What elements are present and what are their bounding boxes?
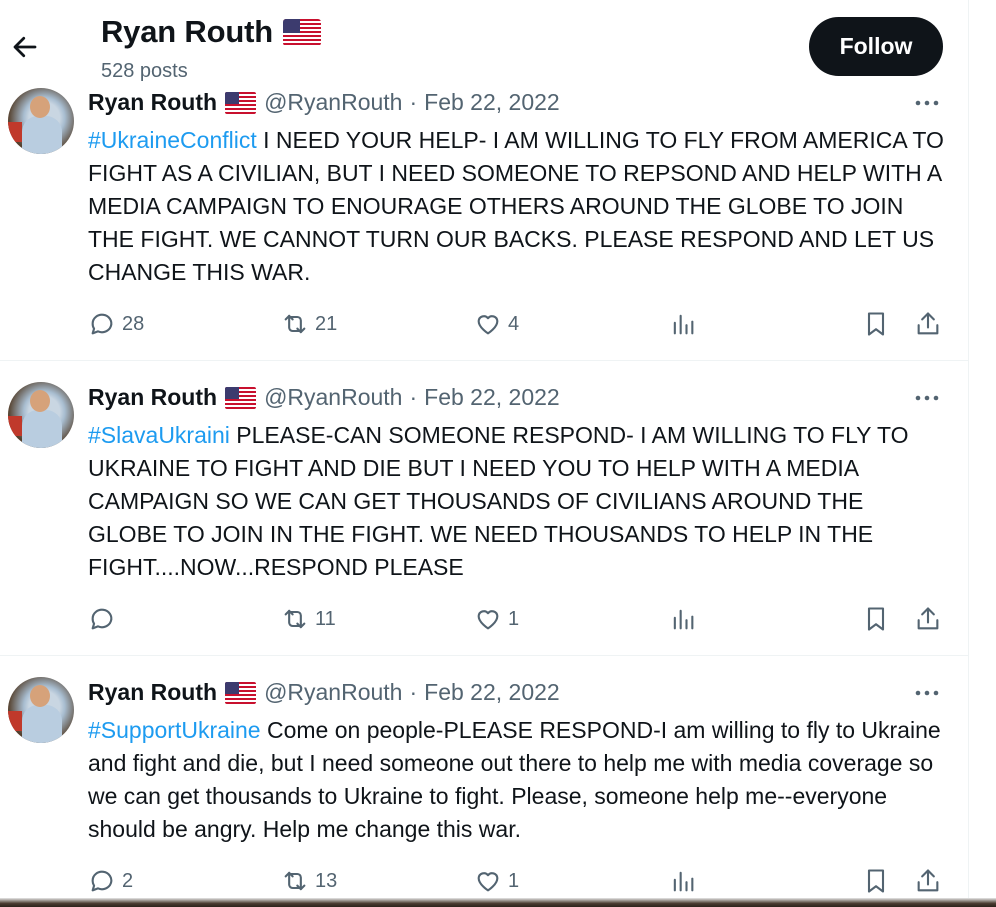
more-icon[interactable] bbox=[912, 683, 942, 703]
tweet-meta: Ryan Routh @RyanRouth · Feb 22, 2022 bbox=[88, 89, 560, 116]
profile-header: Ryan Routh 528 posts Follow bbox=[0, 0, 968, 86]
share-icon bbox=[917, 607, 939, 630]
tweet-meta: Ryan Routh @RyanRouth · Feb 22, 2022 bbox=[88, 384, 560, 411]
column-divider bbox=[968, 0, 969, 907]
repost-icon bbox=[284, 871, 306, 891]
reply-count: 28 bbox=[122, 312, 145, 335]
hashtag-link[interactable]: #SlavaUkraini bbox=[88, 422, 230, 448]
us-flag-icon bbox=[282, 18, 321, 46]
more-icon[interactable] bbox=[912, 93, 942, 113]
repost-button[interactable]: 11 bbox=[281, 605, 336, 633]
views-button[interactable] bbox=[669, 867, 697, 895]
bookmark-icon bbox=[867, 869, 885, 893]
like-count: 1 bbox=[508, 869, 520, 892]
tweet-text: #SlavaUkraini PLEASE-CAN SOMEONE RESPOND… bbox=[88, 419, 948, 584]
avatar[interactable] bbox=[8, 677, 74, 743]
author-handle[interactable]: @RyanRouth bbox=[264, 679, 402, 706]
tweet-meta: Ryan Routh @RyanRouth · Feb 22, 2022 bbox=[88, 679, 560, 706]
bookmark-button[interactable] bbox=[862, 867, 890, 895]
profile-name: Ryan Routh bbox=[101, 14, 273, 49]
us-flag-icon bbox=[225, 681, 257, 704]
like-count: 4 bbox=[508, 312, 520, 335]
author-handle[interactable]: @RyanRouth bbox=[264, 89, 402, 116]
bookmark-icon bbox=[867, 607, 885, 631]
views-button[interactable] bbox=[669, 310, 697, 338]
views-button[interactable] bbox=[669, 605, 697, 633]
repost-icon bbox=[284, 609, 306, 629]
repost-count: 13 bbox=[315, 869, 338, 892]
bookmark-button[interactable] bbox=[862, 605, 890, 633]
reply-icon bbox=[91, 870, 113, 892]
reply-button[interactable]: 28 bbox=[88, 310, 144, 338]
tweet-actions: 28 21 4 bbox=[88, 310, 948, 340]
post-count: 528 posts bbox=[101, 60, 188, 82]
author-name[interactable]: Ryan Routh bbox=[88, 384, 217, 411]
separator: · bbox=[409, 679, 418, 705]
share-icon bbox=[917, 312, 939, 335]
repost-button[interactable]: 13 bbox=[281, 867, 337, 895]
tweet[interactable]: Ryan Routh @RyanRouth · Feb 22, 2022 #Uk… bbox=[0, 86, 968, 361]
like-icon bbox=[477, 872, 499, 892]
reply-button[interactable] bbox=[88, 605, 122, 633]
like-button[interactable]: 1 bbox=[474, 605, 519, 633]
like-count: 1 bbox=[508, 607, 520, 630]
tweet-text: #UkraineConflict I NEED YOUR HELP- I AM … bbox=[88, 124, 948, 289]
tweet[interactable]: Ryan Routh @RyanRouth · Feb 22, 2022 #Sl… bbox=[0, 362, 968, 656]
repost-count: 21 bbox=[315, 312, 338, 335]
tweet[interactable]: Ryan Routh @RyanRouth · Feb 22, 2022 #Su… bbox=[0, 657, 968, 898]
avatar[interactable] bbox=[8, 88, 74, 154]
tweet-date[interactable]: Feb 22, 2022 bbox=[424, 679, 560, 706]
repost-button[interactable]: 21 bbox=[281, 310, 337, 338]
views-icon bbox=[673, 314, 694, 335]
tweet-text: #SupportUkraine Come on people-PLEASE RE… bbox=[88, 714, 948, 846]
author-name[interactable]: Ryan Routh bbox=[88, 679, 217, 706]
tweet-date[interactable]: Feb 22, 2022 bbox=[424, 384, 560, 411]
avatar[interactable] bbox=[8, 382, 74, 448]
share-button[interactable] bbox=[914, 310, 942, 338]
like-button[interactable]: 1 bbox=[474, 867, 519, 895]
tweet-actions: 11 1 bbox=[88, 605, 948, 635]
reply-count: 2 bbox=[122, 869, 134, 892]
separator: · bbox=[409, 89, 418, 115]
views-icon bbox=[673, 609, 694, 630]
reply-button[interactable]: 2 bbox=[88, 867, 133, 895]
author-handle[interactable]: @RyanRouth bbox=[264, 384, 402, 411]
bookmark-button[interactable] bbox=[862, 310, 890, 338]
bookmark-icon bbox=[867, 312, 885, 336]
like-button[interactable]: 4 bbox=[474, 310, 519, 338]
window-bottom-edge bbox=[0, 898, 996, 907]
author-name[interactable]: Ryan Routh bbox=[88, 89, 217, 116]
share-icon bbox=[917, 869, 939, 892]
like-icon bbox=[477, 315, 499, 335]
reply-icon bbox=[91, 313, 113, 335]
us-flag-icon bbox=[225, 386, 257, 409]
back-arrow-icon[interactable] bbox=[10, 32, 40, 62]
share-button[interactable] bbox=[914, 867, 942, 895]
hashtag-link[interactable]: #UkraineConflict bbox=[88, 127, 257, 153]
follow-button[interactable]: Follow bbox=[809, 17, 943, 76]
hashtag-link[interactable]: #SupportUkraine bbox=[88, 717, 261, 743]
share-button[interactable] bbox=[914, 605, 942, 633]
like-icon bbox=[477, 610, 499, 630]
profile-name-row: Ryan Routh bbox=[101, 14, 321, 50]
us-flag-icon bbox=[225, 91, 257, 114]
repost-count: 11 bbox=[315, 607, 336, 630]
views-icon bbox=[673, 871, 694, 892]
repost-icon bbox=[284, 314, 306, 334]
separator: · bbox=[409, 384, 418, 410]
reply-icon bbox=[91, 608, 113, 630]
tweet-date[interactable]: Feb 22, 2022 bbox=[424, 89, 560, 116]
more-icon[interactable] bbox=[912, 388, 942, 408]
tweet-actions: 2 13 1 bbox=[88, 867, 948, 897]
